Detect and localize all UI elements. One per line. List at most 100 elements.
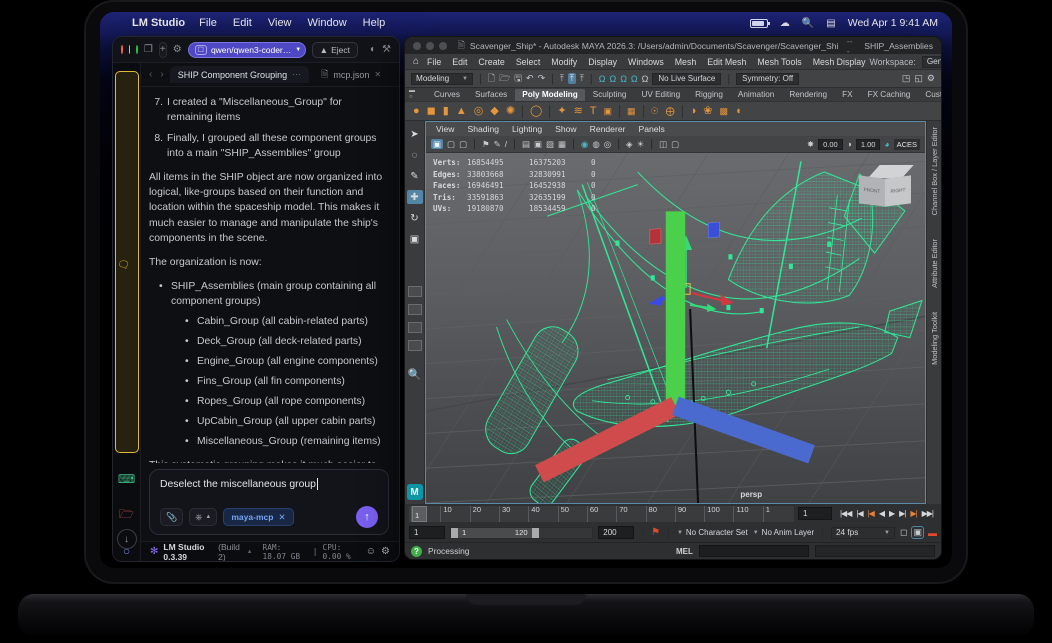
tick-70[interactable]: 70 <box>616 505 645 522</box>
poly-torus-icon[interactable]: ◎ <box>474 105 484 117</box>
grid-toggle-icon[interactable]: ◫ <box>659 140 667 149</box>
chevron-up-icon[interactable]: ▲ <box>247 549 253 555</box>
tick-1[interactable]: 1 <box>762 505 792 522</box>
menu-edit[interactable]: Edit <box>233 17 252 29</box>
separate-icon[interactable]: ▩ <box>720 106 729 116</box>
mirror-icon[interactable]: ◖ <box>735 105 742 117</box>
viewport-3d[interactable]: Verts: 16854495 16375203 0 Edges: 33803668 328… <box>426 153 925 503</box>
play-btn-[interactable]: ▶▶| <box>922 509 934 518</box>
anim-start-field[interactable]: 1 <box>409 526 445 539</box>
control-center-icon[interactable]: ▤ <box>826 18 835 29</box>
poly-plane-icon[interactable]: ◆ <box>490 105 498 117</box>
tick-60[interactable]: 60 <box>586 505 616 522</box>
gamma-field[interactable]: 1.00 <box>855 138 881 150</box>
select-component-icon[interactable]: ⤒ <box>580 73 584 84</box>
redo-icon[interactable]: ↷ <box>538 73 546 84</box>
play-btn-[interactable]: ▶ <box>889 509 895 518</box>
rotate-tool-icon[interactable]: ↻ <box>407 211 423 225</box>
select-hierarchy-icon[interactable]: ⤒ <box>560 73 564 84</box>
fps-dropdown[interactable]: 24 fps ▼ <box>831 526 895 539</box>
panel-menu-lighting[interactable]: Lighting <box>512 124 542 134</box>
shelf-tab-fx-caching[interactable]: FX Caching <box>861 89 918 101</box>
symmetry-field[interactable]: Symmetry: Off <box>736 72 800 85</box>
tab-channel-box[interactable]: Channel Box / Layer Editor <box>930 127 939 215</box>
anim-layer-dropdown[interactable]: ▼ No Anim Layer <box>753 528 814 537</box>
battery-icon[interactable] <box>749 18 770 28</box>
ipr-render-icon[interactable]: ◱ <box>914 73 923 84</box>
eject-model-button[interactable]: ▲ Eject <box>311 41 358 58</box>
menubar-clock[interactable]: Wed Apr 1 9:41 AM <box>848 17 938 29</box>
close-button[interactable] <box>121 45 123 54</box>
close-tab-icon[interactable]: ✕ <box>374 70 381 79</box>
play-btn-[interactable]: |◀◀ <box>840 509 852 518</box>
plugin-selector-button[interactable]: ⎈ ▲ <box>189 508 218 526</box>
camera-attributes-icon[interactable]: ▢ <box>459 140 467 149</box>
chat-input-field[interactable]: Deselect the miscellaneous group <box>160 478 378 490</box>
shelf-tab-surfaces[interactable]: Surfaces <box>468 89 514 101</box>
isolate-select-icon[interactable]: ◉ <box>581 140 588 149</box>
minimize-button[interactable] <box>425 41 434 50</box>
maya-menu-modify[interactable]: Modify <box>551 57 577 67</box>
range-end-handle[interactable] <box>531 527 539 538</box>
joint-icon[interactable]: ☉ <box>651 106 659 116</box>
light-icon[interactable]: ☀ <box>637 140 645 149</box>
menu-set-dropdown[interactable]: Modeling ▼ <box>411 72 473 85</box>
svg-icon[interactable]: ▣ <box>604 106 613 116</box>
tools-wrench-icon[interactable]: ⚒ <box>382 42 391 58</box>
minimize-button[interactable] <box>128 45 131 54</box>
mel-label[interactable]: MEL <box>676 547 693 556</box>
select-camera-icon[interactable]: ▣ <box>431 138 444 150</box>
layout-two-pane-button[interactable] <box>407 322 422 333</box>
character-set-dropdown[interactable]: ▼ No Character Set <box>677 528 748 537</box>
menu-view[interactable]: View <box>268 17 292 29</box>
shaded-mode-icon[interactable]: ▣ <box>534 140 542 149</box>
mel-input-field[interactable] <box>698 545 809 557</box>
play-btn-[interactable]: ▶| <box>910 509 917 518</box>
tick-30[interactable]: 30 <box>498 505 528 522</box>
maya-menu-edit-mesh[interactable]: Edit Mesh <box>707 57 746 67</box>
shelf-tab-poly-modeling[interactable]: Poly Modeling <box>515 89 585 101</box>
joints-xray-icon[interactable]: ◎ <box>604 140 611 149</box>
snap-grid-icon[interactable]: Ω <box>599 74 606 84</box>
menu-window[interactable]: Window <box>308 17 347 29</box>
spotlight-search-icon[interactable]: 🔍 <box>802 18 814 29</box>
curve-warp-icon[interactable]: ≋ <box>574 105 583 117</box>
shelf-tab-rigging[interactable]: Rigging <box>688 89 730 101</box>
mcp-chip-maya[interactable]: maya-mcp ✕ <box>223 508 294 526</box>
tick-80[interactable]: 80 <box>645 505 675 522</box>
model-selector[interactable]: ☐ qwen/qwen3-coder… ▼ <box>187 41 306 58</box>
close-button[interactable] <box>413 41 421 50</box>
view-transform-label[interactable]: ACES <box>893 138 920 150</box>
shelf-tab-animation[interactable]: Animation <box>731 89 781 101</box>
type-text-icon[interactable]: T <box>590 105 597 117</box>
app-version[interactable]: LM Studio 0.3.39 <box>163 542 213 562</box>
tab-attribute-editor[interactable]: Attribute Editor <box>930 239 939 288</box>
sweep-mesh-icon[interactable]: ✦ <box>557 105 566 117</box>
image-plane-icon[interactable]: ✎ <box>494 140 501 149</box>
workspace-dropdown[interactable]: General*▼ <box>921 55 941 68</box>
shelf-tab-sculpting[interactable]: Sculpting <box>586 89 634 101</box>
tick-50[interactable]: 50 <box>557 505 587 522</box>
menu-file[interactable]: File <box>199 17 217 29</box>
exposure-icon[interactable]: ✸ <box>807 140 814 149</box>
shelf-tab-curves[interactable]: Curves <box>427 89 467 101</box>
tick-90[interactable]: 90 <box>674 505 704 522</box>
nav-forward-icon[interactable]: › <box>158 69 165 80</box>
set-key-icon[interactable]: ⚑ <box>651 527 660 538</box>
undo-icon[interactable]: ↶ <box>526 73 534 84</box>
maya-menu-mesh-tools[interactable]: Mesh Tools <box>757 57 801 67</box>
shelf-tab-custom[interactable]: Custom <box>918 89 941 101</box>
nav-back-icon[interactable]: ‹ <box>147 69 154 80</box>
gamma-icon[interactable]: ◑ <box>847 140 852 149</box>
menu-help[interactable]: Help <box>363 17 386 29</box>
downloads-icon[interactable]: ↓ <box>116 529 137 549</box>
anim-end-field[interactable]: 200 <box>598 526 635 539</box>
new-window-icon[interactable]: ❐ <box>144 42 153 58</box>
send-button[interactable]: ↑ <box>356 506 378 528</box>
layout-four-pane-button[interactable] <box>407 304 422 315</box>
render-settings-icon[interactable]: ⚙ <box>927 73 935 84</box>
active-app-name[interactable]: LM Studio <box>132 17 185 29</box>
play-btn-[interactable]: ▶| <box>899 509 906 518</box>
zoom-tool-icon[interactable]: 🔍 <box>408 368 422 381</box>
snap-point-icon[interactable]: Ω <box>620 74 627 84</box>
